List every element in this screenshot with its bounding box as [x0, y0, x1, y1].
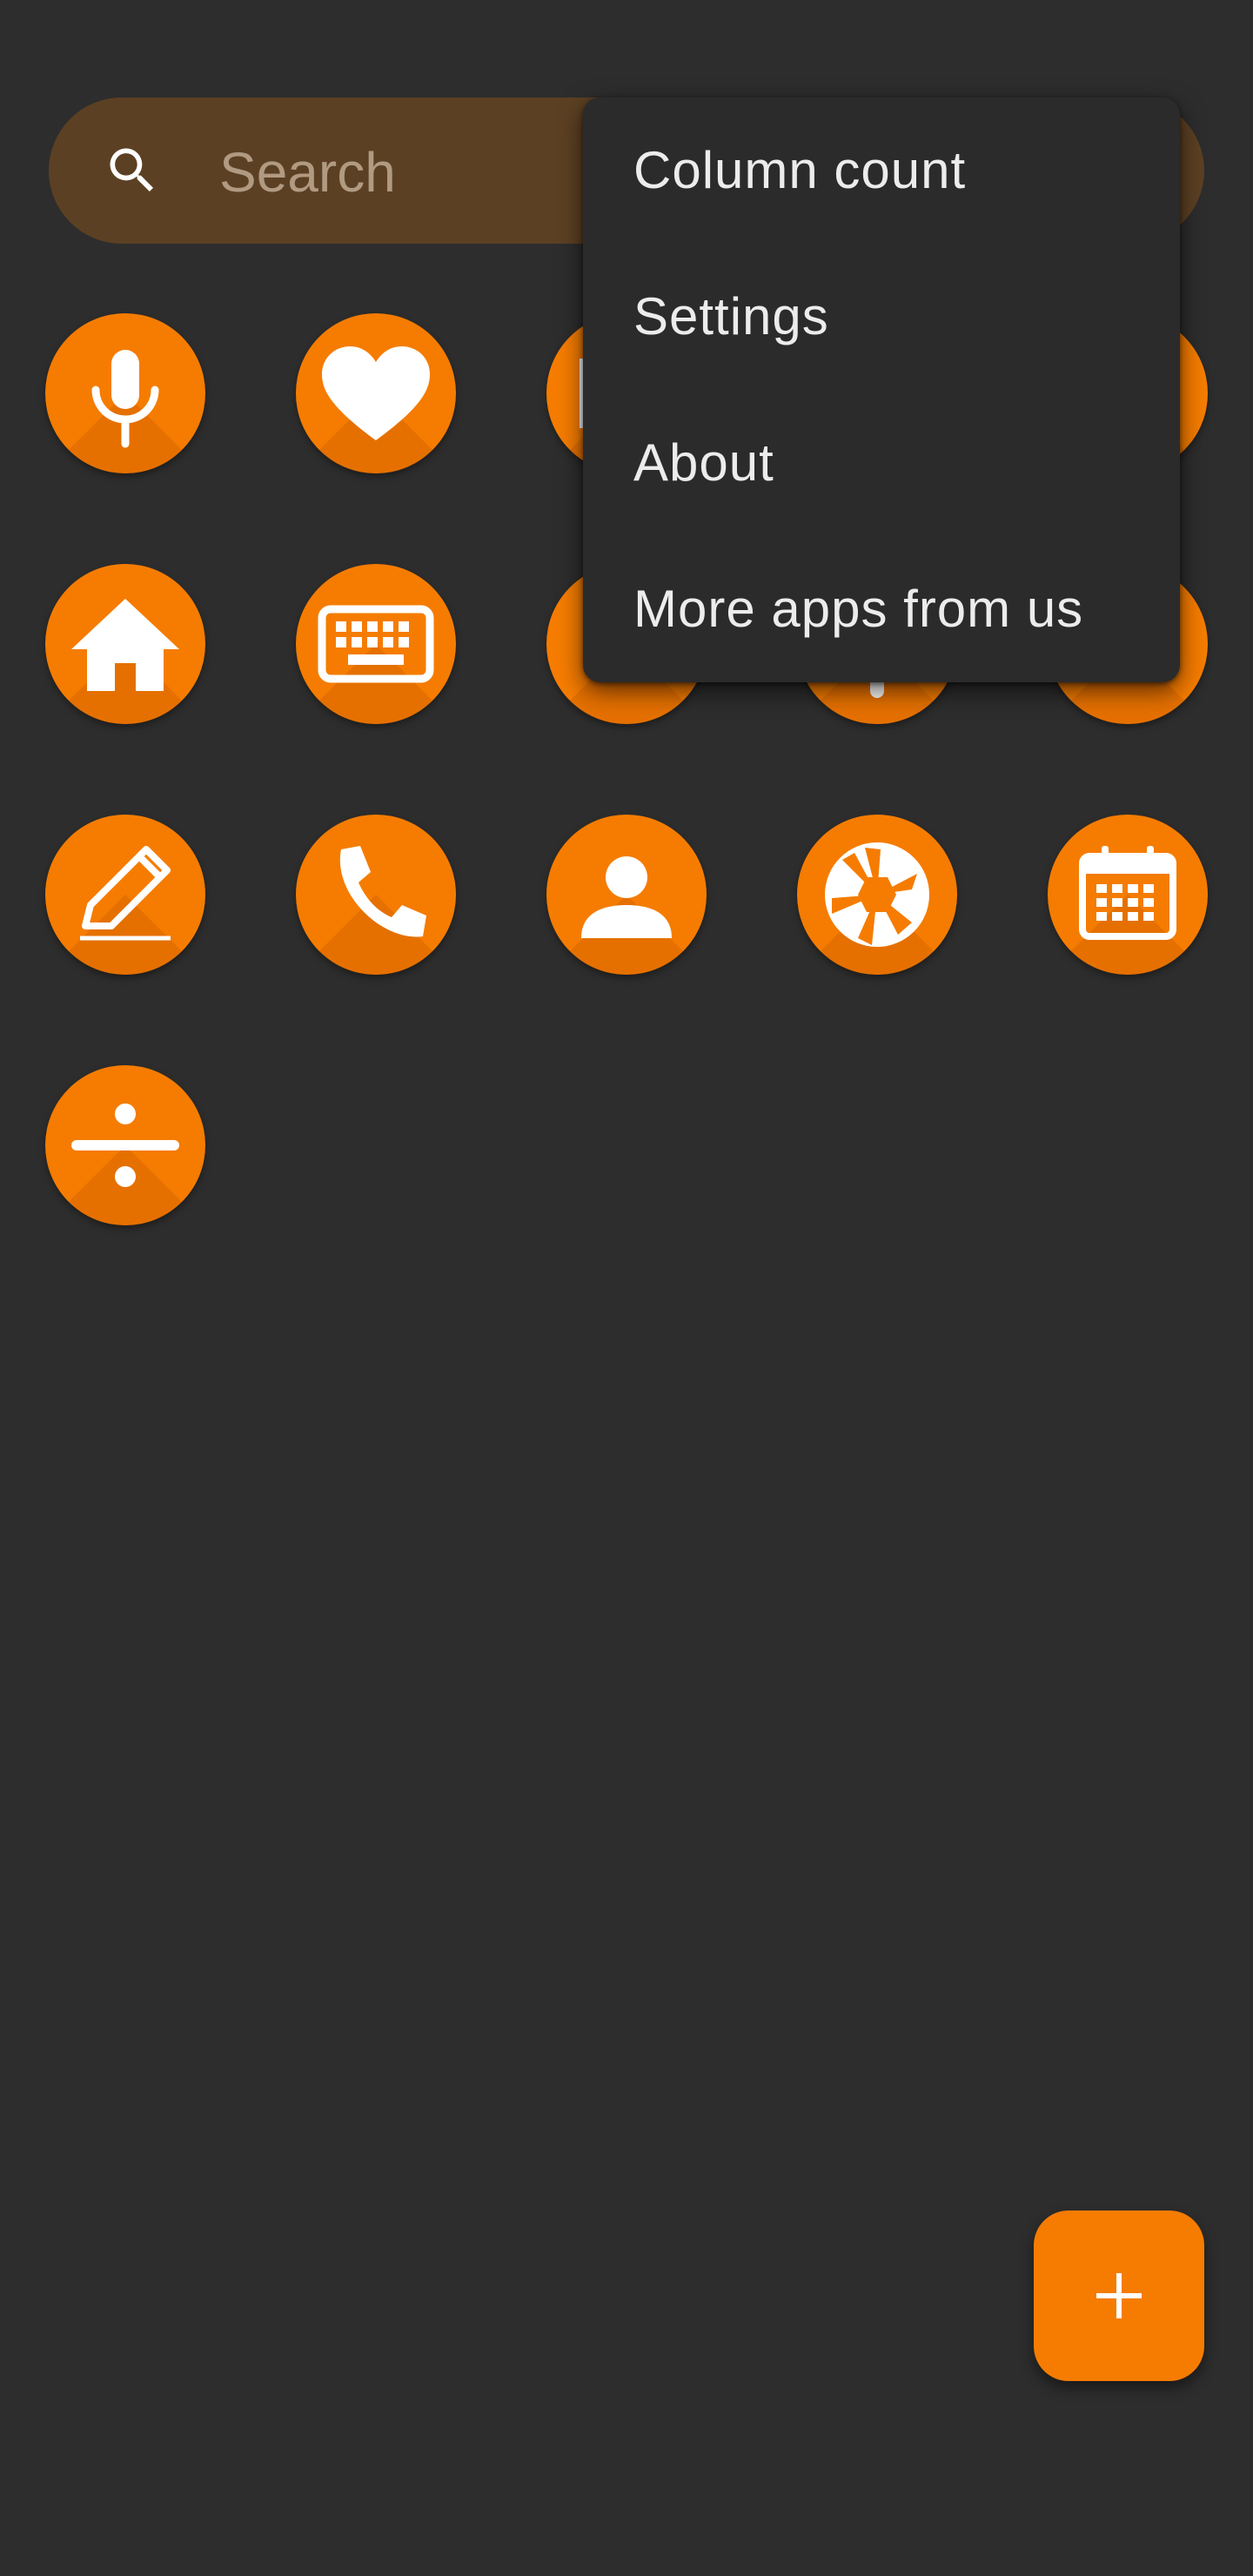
- camera-aperture-icon[interactable]: [797, 815, 957, 975]
- home-icon[interactable]: [45, 564, 205, 724]
- heart-icon[interactable]: [296, 313, 456, 473]
- plus-icon: [1096, 2273, 1142, 2318]
- phone-icon[interactable]: [296, 815, 456, 975]
- launcher-screen: Column count Settings About More apps fr…: [0, 0, 1253, 2576]
- divide-icon[interactable]: [45, 1065, 205, 1225]
- calendar-icon[interactable]: [1048, 815, 1208, 975]
- overflow-menu: Column count Settings About More apps fr…: [583, 97, 1180, 682]
- search-input[interactable]: [219, 131, 567, 214]
- menu-item-column-count[interactable]: Column count: [583, 97, 1180, 244]
- search-icon[interactable]: [103, 141, 162, 200]
- menu-item-about[interactable]: About: [583, 390, 1180, 536]
- add-button[interactable]: [1034, 2210, 1204, 2381]
- menu-item-settings[interactable]: Settings: [583, 244, 1180, 390]
- person-icon[interactable]: [546, 815, 707, 975]
- pencil-icon[interactable]: [45, 815, 205, 975]
- menu-item-more-apps[interactable]: More apps from us: [583, 536, 1180, 682]
- microphone-icon[interactable]: [45, 313, 205, 473]
- keyboard-icon[interactable]: [296, 564, 456, 724]
